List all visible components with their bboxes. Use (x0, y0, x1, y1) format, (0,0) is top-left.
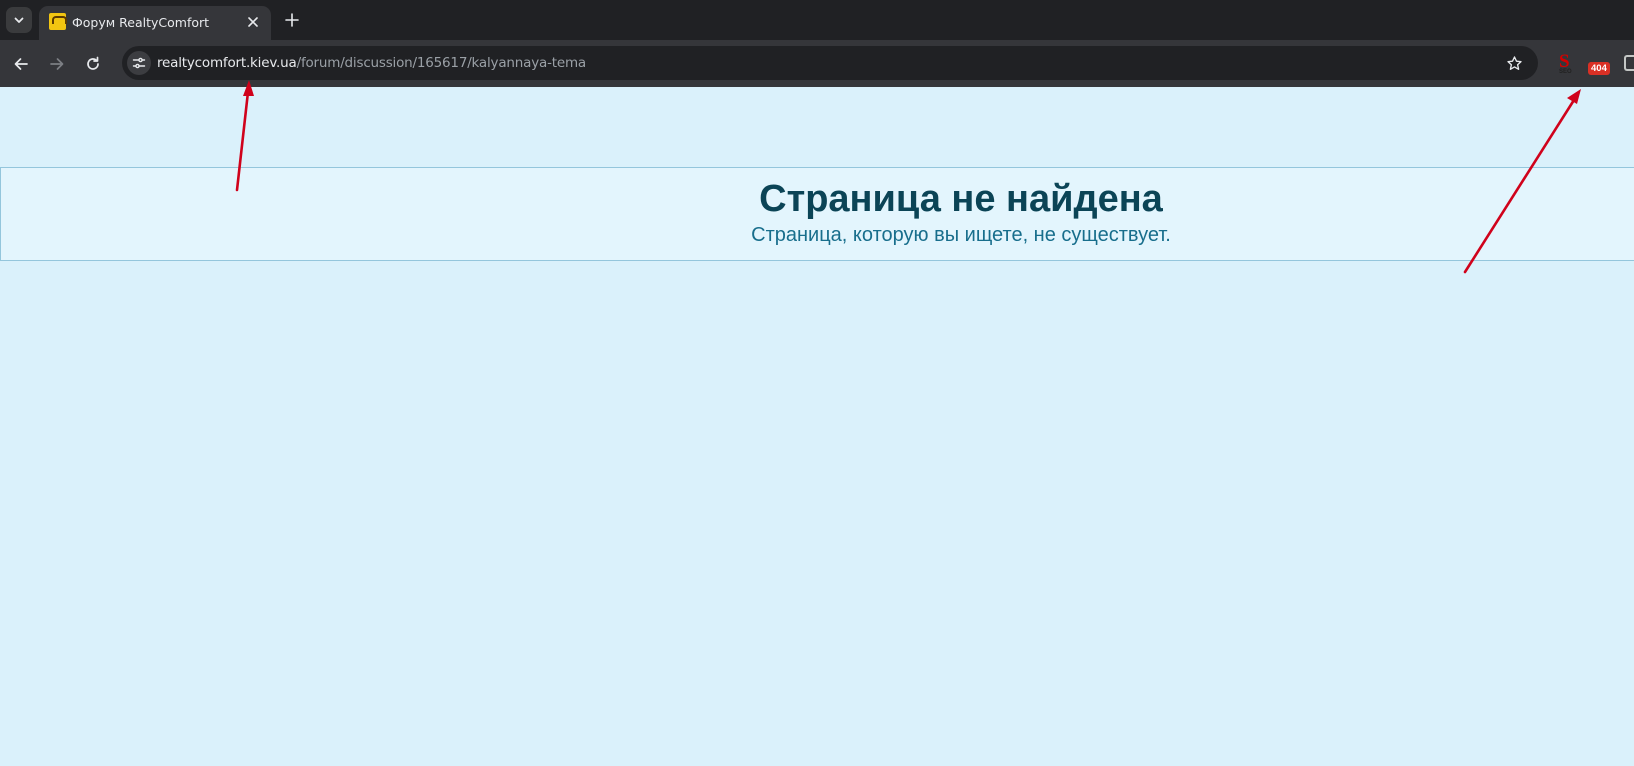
star-icon (1506, 55, 1522, 70)
browser-toolbar: realtycomfort.kiev.ua/forum/discussion/1… (0, 40, 1634, 87)
404-checker-extension-button[interactable]: 404 (1584, 50, 1612, 78)
forward-button[interactable] (44, 51, 70, 77)
site-info-button[interactable] (127, 51, 151, 75)
seo-extension-button[interactable]: S SEO (1551, 50, 1579, 78)
reload-button[interactable] (80, 51, 106, 77)
url-path: /forum/discussion/165617/kalyannaya-tema (296, 55, 587, 71)
arrow-left-icon (14, 58, 28, 70)
seo-extension-sublabel: SEO (1559, 69, 1572, 75)
back-button[interactable] (8, 51, 34, 77)
extensions-puzzle-icon[interactable] (1624, 55, 1634, 71)
active-tab[interactable]: Форум RealtyComfort (39, 6, 271, 40)
chevron-down-icon (14, 17, 24, 23)
url-host: realtycomfort.kiev.ua (157, 55, 297, 71)
close-icon (248, 17, 258, 27)
tab-title: Форум RealtyComfort (72, 15, 210, 30)
page-content: Страница не найдена Страница, которую вы… (0, 87, 1634, 766)
tab-strip: Форум RealtyComfort (0, 0, 1634, 40)
page-subtitle: Страница, которую вы ищете, не существуе… (751, 224, 1171, 246)
site-favicon-icon (49, 13, 67, 30)
new-tab-button[interactable] (281, 9, 303, 31)
tab-search-button[interactable] (6, 7, 32, 33)
error-banner: Страница не найдена Страница, которую вы… (0, 167, 1634, 261)
bookmark-button[interactable] (1504, 53, 1524, 73)
address-bar[interactable]: realtycomfort.kiev.ua/forum/discussion/1… (122, 46, 1538, 80)
url-text[interactable]: realtycomfort.kiev.ua/forum/discussion/1… (157, 55, 586, 71)
reload-icon (87, 56, 99, 70)
page-title: Страница не найдена (759, 178, 1163, 220)
404-badge: 404 (1588, 62, 1610, 75)
tune-icon (132, 57, 146, 69)
arrow-right-icon (50, 58, 64, 70)
plus-icon (285, 13, 299, 27)
tab-close-button[interactable] (243, 12, 263, 32)
